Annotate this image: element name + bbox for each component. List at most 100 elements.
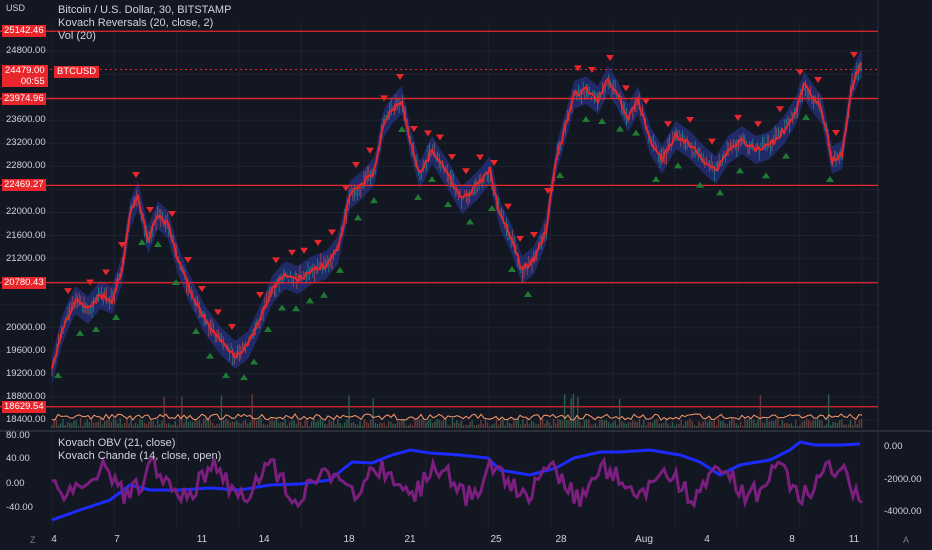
sell-signal-marker — [214, 309, 222, 316]
buy-signal-marker — [264, 326, 272, 332]
buy-signal-marker — [292, 305, 300, 312]
price-axis-label: 22000.00 — [6, 206, 46, 218]
bar-countdown: 00:55 — [20, 76, 45, 87]
buy-signal-marker — [466, 218, 474, 225]
buy-signal-marker — [138, 239, 146, 245]
price-axis-label: 18400.00 — [6, 414, 46, 425]
chart-title[interactable]: Bitcoin / U.S. Dollar, 30, BITSTAMP — [58, 4, 231, 16]
indicator-volume[interactable]: Vol (20) — [58, 30, 96, 42]
buy-signal-marker — [632, 129, 640, 136]
buy-signal-marker — [278, 304, 286, 311]
time-axis-label: 11 — [196, 534, 208, 545]
buy-signal-marker — [250, 358, 258, 365]
sell-signal-marker — [396, 74, 404, 80]
sell-signal-marker — [664, 121, 672, 128]
buy-signal-marker — [222, 372, 230, 378]
sell-signal-marker — [476, 154, 484, 161]
buy-signal-marker — [320, 291, 328, 298]
sell-signal-marker — [516, 236, 524, 242]
buy-signal-marker — [354, 214, 362, 221]
osc-axis-label: 0.00 — [6, 478, 25, 489]
buy-signal-marker — [802, 114, 810, 120]
buy-signal-marker — [716, 189, 724, 196]
price-axis-label: 19200.00 — [6, 367, 46, 379]
buy-signal-marker — [762, 172, 770, 179]
buy-signal-marker — [444, 201, 452, 207]
buy-signal-marker — [54, 372, 62, 378]
sell-signal-marker — [504, 203, 512, 210]
sell-signal-marker — [574, 65, 582, 72]
price-axis-label: 21200.00 — [6, 252, 46, 264]
symbol-tag: BTCUSD — [54, 66, 100, 78]
sell-signal-marker — [832, 130, 840, 136]
indicator-kovach-reversals[interactable]: Kovach Reversals (20, close, 2) — [58, 17, 213, 29]
buy-signal-marker — [414, 194, 422, 200]
obv-axis-label: -4000.00 — [884, 506, 922, 517]
sell-signal-marker — [708, 138, 716, 145]
sell-signal-marker — [424, 130, 432, 137]
volume-ma-line — [51, 413, 863, 421]
price-axis-label: 24800.00 — [6, 45, 46, 56]
time-axis-label: 25 — [490, 534, 502, 545]
price-axis-label: 21600.00 — [6, 229, 46, 241]
sell-signal-marker — [228, 324, 236, 330]
buy-signal-marker — [370, 197, 378, 204]
level-price-label: 25142.46 — [2, 25, 46, 38]
time-axis-label: 4 — [704, 534, 710, 545]
sell-signal-marker — [102, 269, 110, 276]
zoom-toggle-button[interactable]: Z — [30, 535, 36, 545]
level-price-label: 23974.96 — [2, 92, 46, 105]
buy-signal-marker — [112, 314, 120, 320]
buy-signal-marker — [598, 118, 606, 124]
buy-signal-marker — [192, 328, 200, 334]
sell-signal-marker — [850, 52, 858, 58]
sell-signal-marker — [184, 257, 192, 263]
buy-signal-marker — [428, 176, 436, 182]
sell-signal-marker — [288, 249, 296, 256]
sell-signal-marker — [64, 288, 72, 295]
reversal-line — [51, 62, 863, 369]
sell-signal-marker — [198, 286, 206, 292]
indicator-kovach-chande[interactable]: Kovach Chande (14, close, open) — [58, 450, 221, 462]
sell-signal-marker — [436, 134, 444, 141]
price-axis-label: 19600.00 — [6, 344, 46, 356]
buy-signal-marker — [240, 374, 248, 381]
buy-signal-marker — [508, 266, 516, 272]
sell-signal-marker — [754, 121, 762, 128]
time-axis-label: 8 — [789, 534, 795, 545]
buy-signal-marker — [206, 352, 214, 359]
sell-signal-marker — [132, 172, 140, 178]
indicator-kovach-obv[interactable]: Kovach OBV (21, close) — [58, 437, 175, 449]
sell-signal-marker — [588, 67, 596, 73]
osc-axis-label: 40.00 — [6, 453, 30, 464]
sell-signal-marker — [796, 69, 804, 76]
sell-signal-marker — [814, 77, 822, 83]
time-axis-label: 28 — [555, 534, 567, 545]
level-price-label: 18629.54 — [2, 400, 46, 413]
sell-signal-marker — [256, 292, 264, 298]
buy-signal-marker — [92, 326, 100, 332]
price-chart[interactable] — [0, 0, 932, 550]
sell-signal-marker — [352, 162, 360, 168]
price-axis-label: 23200.00 — [6, 137, 46, 149]
buy-signal-marker — [154, 241, 162, 247]
buy-signal-marker — [582, 116, 590, 122]
sell-signal-marker — [366, 147, 374, 154]
buy-signal-marker — [652, 176, 660, 182]
obv-axis-label: -2000.00 — [884, 474, 922, 485]
time-axis-label: Aug — [635, 534, 653, 545]
current-price-value: 24479.00 — [5, 65, 45, 76]
sell-signal-marker — [314, 239, 322, 246]
buy-signal-marker — [306, 297, 314, 304]
osc-axis-label: 80.00 — [6, 430, 30, 441]
buy-signal-marker — [556, 172, 564, 178]
sell-signal-marker — [462, 168, 470, 175]
volatility-band — [52, 51, 862, 384]
auto-scale-button[interactable]: A — [903, 535, 909, 545]
sell-signal-marker — [272, 257, 280, 264]
buy-signal-marker — [336, 266, 344, 273]
buy-signal-marker — [696, 181, 704, 188]
buy-signal-marker — [76, 329, 84, 336]
sell-signal-marker — [776, 106, 784, 113]
time-axis-label: 18 — [343, 534, 355, 545]
